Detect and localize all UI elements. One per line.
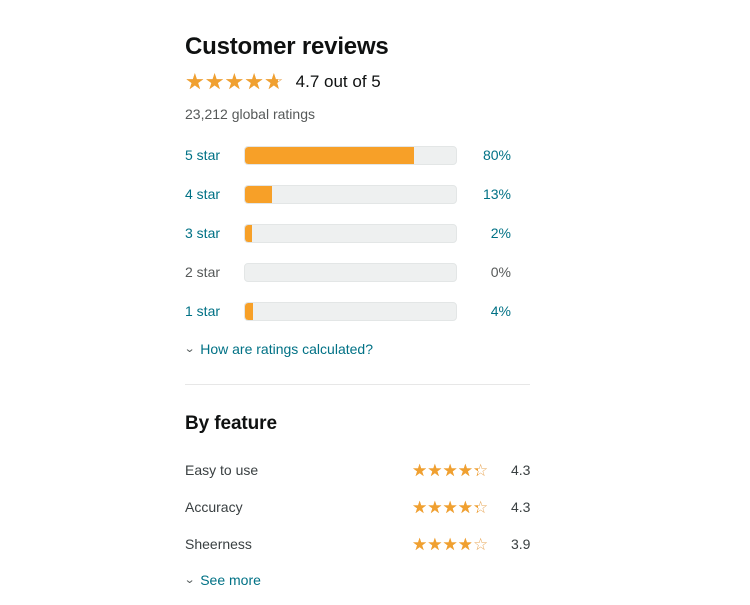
chevron-down-icon: ⌄ bbox=[183, 343, 196, 356]
rating-bar-fill bbox=[245, 185, 273, 203]
rating-bar-track[interactable] bbox=[244, 184, 457, 204]
by-feature-title: By feature bbox=[185, 412, 277, 434]
feature-rating-row: Easy to use ☆☆☆☆☆★★★★★ 4.3 bbox=[185, 452, 535, 489]
star-filled-layer: ★★★★★ bbox=[412, 535, 472, 553]
feature-star-rating: ☆☆☆☆☆★★★★★ bbox=[412, 462, 507, 479]
feature-score: 4.3 bbox=[511, 462, 531, 479]
rating-bar-track[interactable] bbox=[244, 301, 457, 321]
rating-bar-percent[interactable]: 4% bbox=[457, 303, 511, 319]
chevron-down-icon: ⌄ bbox=[183, 574, 196, 587]
star-filled-layer: ★★★★★ bbox=[412, 461, 478, 479]
how-ratings-calculated-link[interactable]: ⌄ How are ratings calculated? bbox=[183, 340, 535, 357]
global-ratings-count: 23,212 global ratings bbox=[185, 105, 315, 122]
rating-bar-percent[interactable]: 13% bbox=[457, 186, 511, 202]
customer-reviews-panel: Customer reviews ☆☆☆☆☆ ★★★★★ 4.7 out of 5… bbox=[183, 0, 535, 588]
rating-bar-percent[interactable]: 80% bbox=[457, 147, 511, 163]
rating-bar-fill bbox=[245, 302, 254, 320]
see-more-label: See more bbox=[200, 571, 261, 588]
rating-bar-fill bbox=[245, 224, 252, 242]
star-filled-layer: ★★★★★ bbox=[185, 70, 278, 93]
overall-star-rating[interactable]: ☆☆☆☆☆ ★★★★★ bbox=[185, 70, 284, 93]
star-widget: ☆☆☆☆☆★★★★★ bbox=[412, 536, 488, 553]
feature-star-rating: ☆☆☆☆☆★★★★★ bbox=[412, 536, 507, 553]
feature-star-rating: ☆☆☆☆☆★★★★★ bbox=[412, 499, 507, 516]
rating-bar-row[interactable]: 5 star 80% bbox=[185, 136, 535, 175]
rating-bar-label[interactable]: 5 star bbox=[185, 147, 244, 163]
overall-rating-text: 4.7 out of 5 bbox=[295, 71, 381, 91]
rating-bar-track[interactable] bbox=[244, 145, 457, 165]
how-ratings-calculated-label: How are ratings calculated? bbox=[200, 340, 373, 357]
feature-rating-row: Accuracy ☆☆☆☆☆★★★★★ 4.3 bbox=[185, 489, 535, 526]
star-widget: ☆☆☆☆☆★★★★★ bbox=[412, 499, 488, 516]
rating-bar-track[interactable] bbox=[244, 223, 457, 243]
feature-score: 3.9 bbox=[511, 536, 531, 553]
ratings-histogram: 5 star 80% 4 star 13% 3 star 2% 2 star 0% 1 star… bbox=[185, 136, 535, 331]
see-more-link[interactable]: ⌄ See more bbox=[183, 571, 535, 588]
rating-bar-row[interactable]: 1 star 4% bbox=[185, 292, 535, 331]
rating-bar-label[interactable]: 1 star bbox=[185, 303, 244, 319]
star-widget: ☆☆☆☆☆★★★★★ bbox=[412, 462, 488, 479]
page-title: Customer reviews bbox=[185, 33, 389, 60]
rating-bar-row[interactable]: 3 star 2% bbox=[185, 214, 535, 253]
rating-bar-row: 2 star 0% bbox=[185, 253, 535, 292]
rating-bar-fill bbox=[245, 146, 414, 164]
rating-bar-label: 2 star bbox=[185, 264, 221, 281]
feature-rating-row: Sheerness ☆☆☆☆☆★★★★★ 3.9 bbox=[185, 526, 535, 563]
rating-bar-row[interactable]: 4 star 13% bbox=[185, 175, 535, 214]
feature-rating-list: Easy to use ☆☆☆☆☆★★★★★ 4.3 Accuracy ☆☆☆☆☆★★★… bbox=[185, 452, 535, 563]
rating-bar-percent: 0% bbox=[490, 264, 511, 281]
overall-rating-row: ☆☆☆☆☆ ★★★★★ 4.7 out of 5 bbox=[185, 70, 535, 94]
rating-bar-track bbox=[244, 262, 457, 282]
rating-bar-percent[interactable]: 2% bbox=[457, 225, 511, 241]
rating-bar-label[interactable]: 4 star bbox=[185, 186, 244, 202]
feature-name: Sheerness bbox=[185, 536, 252, 553]
rating-bar-label[interactable]: 3 star bbox=[185, 225, 244, 241]
star-filled-layer: ★★★★★ bbox=[412, 498, 478, 516]
feature-score: 4.3 bbox=[511, 499, 531, 516]
feature-name: Accuracy bbox=[185, 499, 243, 516]
feature-name: Easy to use bbox=[185, 462, 259, 479]
